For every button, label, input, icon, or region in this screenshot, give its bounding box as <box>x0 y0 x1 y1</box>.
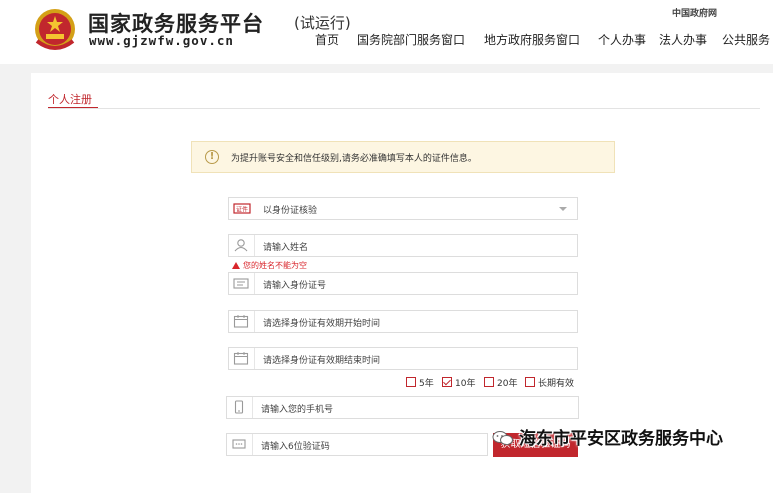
chevron-down-icon <box>559 207 567 211</box>
error-icon <box>232 262 240 269</box>
id-number-placeholder: 请输入身份证号 <box>263 281 327 291</box>
calendar-icon <box>229 311 255 332</box>
valid-end-placeholder: 请选择身份证有效期结束时间 <box>263 356 381 366</box>
calendar-icon <box>229 348 255 369</box>
site-subtitle: (试运行) <box>294 14 351 32</box>
validity-option-permanent[interactable]: 长期有效 <box>525 376 574 389</box>
checkbox-checked-icon[interactable] <box>442 377 452 387</box>
validity-option-10y[interactable]: 10年 <box>442 376 475 389</box>
wechat-watermark: 海东市平安区政务服务中心 <box>492 424 723 449</box>
nav-personal-services[interactable]: 个人办事 <box>598 31 646 48</box>
watermark-text: 海东市平安区政务服务中心 <box>519 429 723 449</box>
checkbox-icon[interactable] <box>406 377 416 387</box>
site-url: www.gjzwfw.gov.cn <box>89 33 234 48</box>
phone-input[interactable]: 请输入您的手机号 <box>226 396 579 419</box>
valid-end-input[interactable]: 请选择身份证有效期结束时间 <box>228 347 578 370</box>
message-icon <box>227 434 253 455</box>
user-icon <box>229 235 255 256</box>
id-type-value: 以身份证核验 <box>263 206 318 216</box>
security-notice: ! 为提升账号安全和信任级别,请务必准确填写本人的证件信息。 <box>191 141 615 173</box>
valid-start-input[interactable]: 请选择身份证有效期开始时间 <box>228 310 578 333</box>
nav-public-services[interactable]: 公共服务 <box>722 31 770 48</box>
name-error: 您的姓名不能为空 <box>232 260 307 271</box>
checkbox-icon[interactable] <box>484 377 494 387</box>
name-placeholder: 请输入姓名 <box>263 243 309 253</box>
gov-portal-link[interactable]: 中国政府网 <box>672 6 717 19</box>
notice-text: 为提升账号安全和信任级别,请务必准确填写本人的证件信息。 <box>231 154 477 164</box>
code-placeholder: 请输入6位验证码 <box>261 442 330 452</box>
site-header: 国家政务服务平台 (试运行) www.gjzwfw.gov.cn 中国政府网 首… <box>0 0 773 64</box>
tab-personal-registration[interactable]: 个人注册 <box>48 91 92 107</box>
nav-corporate-services[interactable]: 法人办事 <box>659 31 707 48</box>
svg-text:证件: 证件 <box>236 206 248 214</box>
id-type-icon: 证件 <box>229 198 255 219</box>
validity-option-5y[interactable]: 5年 <box>406 376 434 389</box>
nav-home[interactable]: 首页 <box>315 31 339 48</box>
code-input[interactable]: 请输入6位验证码 <box>226 433 488 456</box>
warning-icon: ! <box>205 150 219 164</box>
wechat-icon <box>492 431 513 445</box>
id-number-input[interactable]: 请输入身份证号 <box>228 272 578 295</box>
id-type-select[interactable]: 证件 以身份证核验 <box>228 197 578 220</box>
name-error-text: 您的姓名不能为空 <box>243 261 307 270</box>
valid-start-placeholder: 请选择身份证有效期开始时间 <box>263 319 381 329</box>
nav-state-departments[interactable]: 国务院部门服务窗口 <box>357 31 465 48</box>
id-card-icon <box>229 273 255 294</box>
phone-placeholder: 请输入您的手机号 <box>261 405 334 415</box>
tab-divider <box>48 108 760 109</box>
checkbox-icon[interactable] <box>525 377 535 387</box>
name-input[interactable]: 请输入姓名 <box>228 234 578 257</box>
nav-local-government[interactable]: 地方政府服务窗口 <box>484 31 580 48</box>
phone-icon <box>227 397 253 418</box>
validity-option-20y[interactable]: 20年 <box>484 376 517 389</box>
national-emblem-icon <box>35 9 75 50</box>
